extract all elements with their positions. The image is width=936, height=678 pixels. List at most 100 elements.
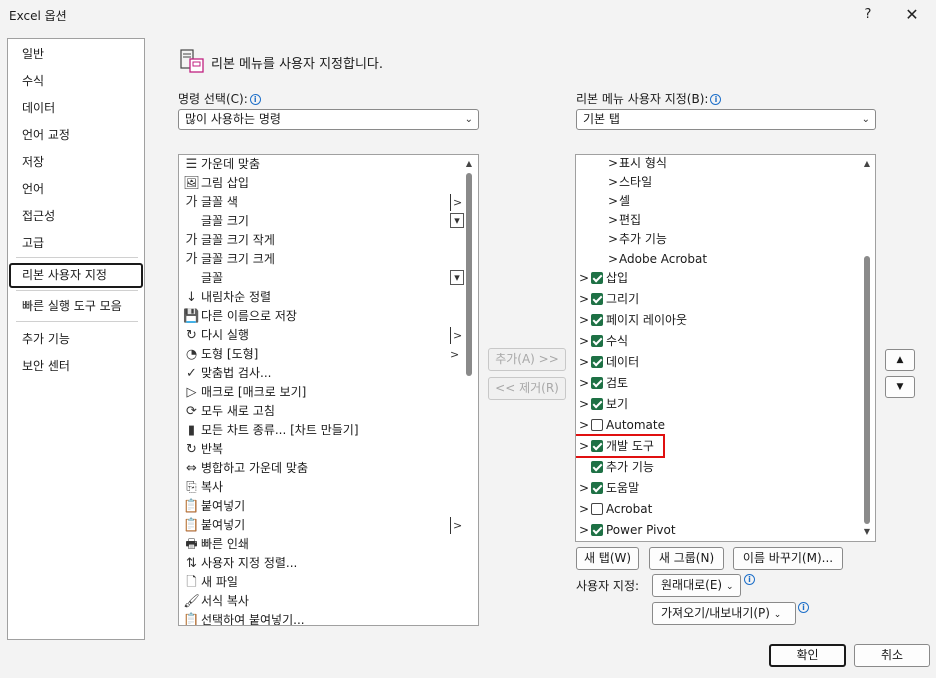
ribbon-tree-item[interactable]: > 도움말 (576, 478, 856, 498)
checkbox[interactable] (591, 482, 603, 495)
nav-item[interactable]: 접근성 (9, 204, 143, 229)
chevron-right-icon[interactable]: > (579, 312, 589, 328)
nav-item[interactable]: 리본 사용자 지정 (9, 263, 143, 288)
checkbox[interactable] (591, 524, 603, 537)
checkbox[interactable] (591, 334, 603, 347)
nav-item[interactable]: 데이터 (9, 96, 143, 121)
command-item[interactable]: ⇔ 병합하고 가운데 맞춤 (183, 459, 463, 478)
chevron-right-icon[interactable]: > (579, 354, 589, 370)
command-item[interactable]: ⟳ 모두 새로 고침 (183, 402, 463, 421)
command-item[interactable]: ▮ 모든 차트 종류... [차트 만들기] (183, 421, 463, 440)
nav-item[interactable]: 보안 센터 (9, 354, 143, 379)
checkbox[interactable] (591, 376, 603, 389)
command-item[interactable]: 글꼴 ▾ (183, 269, 464, 288)
nav-item[interactable]: 고급 (9, 231, 143, 256)
ribbon-tree[interactable]: ▲ ▼ > 표시 형식 > 스타일 > 셀 > 편집 > 추가 기능 > Adobe Acrobat >… (575, 154, 876, 542)
cancel-button[interactable]: 취소 (854, 644, 930, 667)
command-item[interactable]: ☰ 가운데 맞춤 (183, 155, 463, 174)
info-icon[interactable]: i (798, 602, 809, 613)
move-up-button[interactable]: ▲ (885, 349, 915, 371)
commands-scrollbar[interactable]: ▲ (463, 156, 475, 624)
checkbox[interactable] (591, 355, 603, 368)
help-button[interactable]: ? (846, 0, 890, 30)
command-item[interactable]: 🖼 그림 삽입 (183, 174, 463, 193)
ribbon-tree-item[interactable]: > 검토 (576, 373, 856, 393)
info-icon[interactable]: i (744, 574, 755, 585)
ribbon-tree-item[interactable]: > Acrobat (576, 499, 856, 519)
ribbon-tree-item[interactable]: > 그리기 (576, 289, 856, 309)
chevron-right-icon[interactable]: > (608, 193, 618, 209)
scroll-up-icon[interactable]: ▲ (861, 158, 873, 170)
nav-item[interactable]: 빠른 실행 도구 모음 (9, 294, 143, 319)
command-item[interactable]: 가 글꼴 크기 작게 (183, 231, 463, 250)
chevron-right-icon[interactable]: > (579, 375, 589, 391)
chevron-right-icon[interactable]: > (579, 501, 589, 517)
scroll-thumb[interactable] (466, 173, 472, 376)
chevron-right-icon[interactable]: > (579, 270, 589, 286)
ribbon-tree-item[interactable]: 추가 기능 (576, 457, 856, 477)
import-export-dropdown[interactable]: 가져오기/내보내기(P) ⌄ (652, 602, 796, 625)
command-item[interactable]: 📋 붙여넣기 > (183, 516, 463, 535)
ribbon-tree-item[interactable]: > 데이터 (576, 352, 856, 372)
ribbon-tabs-dropdown[interactable]: 기본 탭 ⌄ (576, 109, 876, 130)
chevron-right-icon[interactable]: > (579, 522, 589, 538)
nav-item[interactable]: 언어 (9, 177, 143, 202)
ribbon-tree-item[interactable]: > 개발 도구 (576, 434, 856, 458)
ribbon-tree-item[interactable]: > 스타일 (576, 172, 856, 192)
add-button[interactable]: 추가(A) >> (488, 348, 566, 371)
command-item[interactable]: ✓ 맞춤법 검사... (183, 364, 463, 383)
chevron-right-icon[interactable]: > (608, 155, 618, 171)
ribbon-tree-item[interactable]: > 표시 형식 (576, 155, 856, 173)
ribbon-tree-item[interactable]: > 수식 (576, 331, 856, 351)
checkbox[interactable] (591, 461, 603, 474)
close-button[interactable]: ✕ (890, 0, 934, 30)
ribbon-tree-item[interactable]: > 셀 (576, 191, 856, 211)
chevron-right-icon[interactable]: > (608, 212, 618, 228)
command-item[interactable]: ⇅ 사용자 지정 정렬... (183, 554, 463, 573)
chevron-right-icon[interactable]: > (579, 417, 589, 433)
command-item[interactable]: 가 글꼴 크기 크게 (183, 250, 463, 269)
ok-button[interactable]: 확인 (769, 644, 846, 667)
command-item[interactable]: 🖌 서식 복사 (183, 592, 463, 611)
ribbon-tree-item[interactable]: > 삽입 (576, 268, 856, 288)
checkbox[interactable] (591, 397, 603, 410)
command-item[interactable]: 📋 선택하여 붙여넣기... (183, 611, 463, 625)
nav-item[interactable]: 일반 (9, 42, 143, 67)
chevron-right-icon[interactable]: > (608, 251, 618, 267)
command-item[interactable]: 🗋 새 파일 (183, 573, 463, 592)
remove-button[interactable]: << 제거(R) (488, 377, 566, 400)
reset-dropdown[interactable]: 원래대로(E) ⌄ (652, 574, 741, 597)
command-item[interactable]: 🖶 빠른 인쇄 (183, 535, 463, 554)
checkbox[interactable] (591, 313, 603, 326)
ribbon-tree-item[interactable]: > Adobe Acrobat (576, 249, 856, 269)
ribbon-tree-item[interactable]: > 추가 기능 (576, 229, 856, 249)
ribbon-tree-item[interactable]: > 보기 (576, 394, 856, 414)
ribbon-scrollbar[interactable]: ▲ ▼ (861, 156, 873, 540)
command-item[interactable]: ⎘ 복사 (183, 478, 463, 497)
ribbon-tree-item[interactable]: > 페이지 레이아웃 (576, 310, 856, 330)
command-item[interactable]: 가 글꼴 색 > (183, 193, 463, 212)
nav-item[interactable]: 저장 (9, 150, 143, 175)
checkbox[interactable] (591, 503, 603, 516)
move-down-button[interactable]: ▼ (885, 376, 915, 398)
command-item[interactable]: ↓ 내림차순 정렬 (183, 288, 463, 307)
checkbox[interactable] (591, 292, 603, 305)
checkbox[interactable] (591, 418, 603, 431)
ribbon-tree-item[interactable]: > Power Pivot (576, 520, 856, 540)
chevron-right-icon[interactable]: > (608, 231, 618, 247)
info-icon[interactable]: i (710, 94, 722, 105)
commands-list[interactable]: ▲ ☰ 가운데 맞춤 🖼 그림 삽입 가 글꼴 색 > 글꼴 크기 ▾ 가 글꼴 크기 작게 가 글꼴 … (178, 154, 479, 626)
choose-commands-dropdown[interactable]: 많이 사용하는 명령 ⌄ (178, 109, 479, 130)
ribbon-tree-item[interactable]: > 편집 (576, 210, 856, 230)
chevron-right-icon[interactable]: > (579, 291, 589, 307)
chevron-right-icon[interactable]: > (579, 480, 589, 496)
command-item[interactable]: 📋 붙여넣기 (183, 497, 463, 516)
new-tab-button[interactable]: 새 탭(W) (576, 547, 639, 570)
chevron-right-icon[interactable]: > (579, 396, 589, 412)
command-item[interactable]: ◔ 도형 [도형] > (183, 345, 463, 364)
nav-item[interactable]: 언어 교정 (9, 123, 143, 148)
scroll-thumb[interactable] (864, 256, 870, 524)
chevron-right-icon[interactable]: > (579, 333, 589, 349)
command-item[interactable]: ▷ 매크로 [매크로 보기] (183, 383, 463, 402)
scroll-up-icon[interactable]: ▲ (463, 158, 475, 170)
